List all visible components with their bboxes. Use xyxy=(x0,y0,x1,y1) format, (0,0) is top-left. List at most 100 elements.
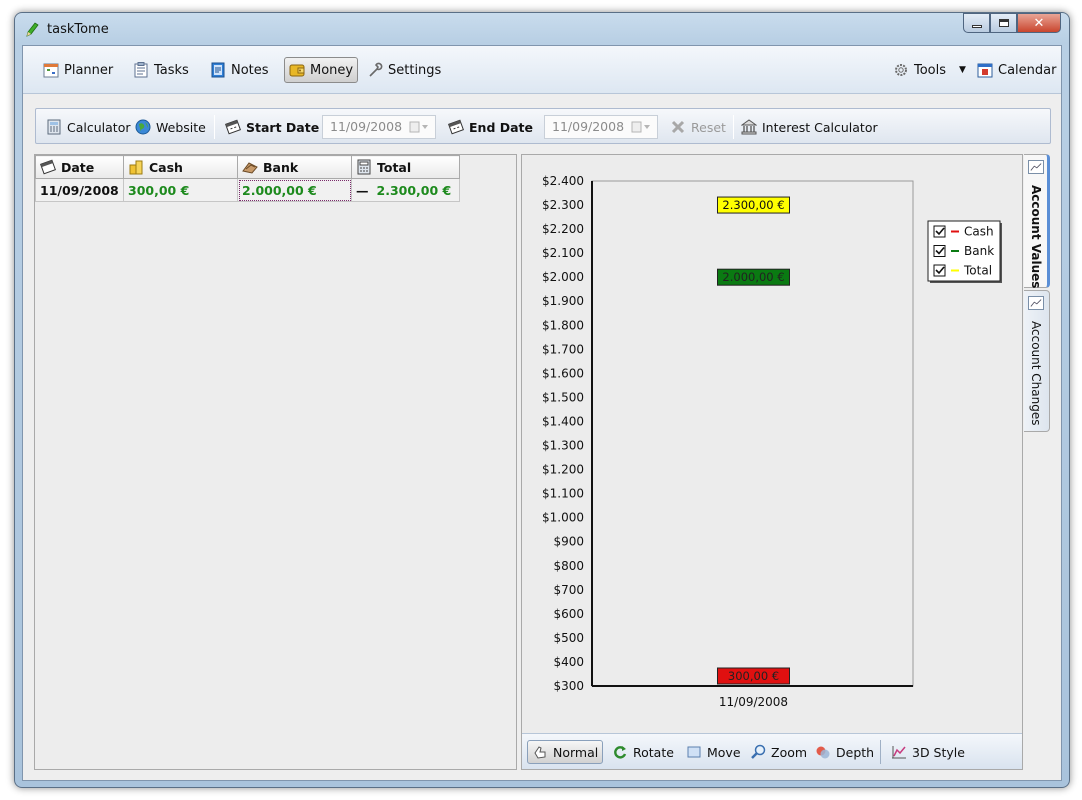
menu-planner-label: Planner xyxy=(64,62,114,78)
start-date-value: 11/09/2008 xyxy=(330,119,403,134)
calendar-icon xyxy=(977,63,993,78)
wrench-icon xyxy=(369,62,383,77)
tab-account-values-label: Account Values xyxy=(1029,185,1043,289)
accounts-table: Date Cash Bank Total 11/09/2008 300,00 €… xyxy=(35,155,460,202)
toolbar-divider xyxy=(733,115,734,139)
menu-calendar-label: Calendar xyxy=(998,62,1057,78)
move-icon xyxy=(687,746,701,758)
cell-bank[interactable]: 2.000,00 € xyxy=(237,178,352,202)
column-header-cash[interactable]: Cash xyxy=(123,155,238,179)
column-label-total: Total xyxy=(377,159,412,175)
website-label: Website xyxy=(156,119,206,135)
calculator-icon xyxy=(357,159,371,175)
notes-icon xyxy=(211,62,225,78)
cell-cash[interactable]: 300,00 € xyxy=(123,178,238,202)
cell-total[interactable]: — 2.300,00 € xyxy=(351,178,460,202)
column-header-date[interactable]: Date xyxy=(35,155,124,179)
cell-date[interactable]: 11/09/2008 xyxy=(35,178,124,202)
interest-calculator-button[interactable]: Interest Calculator xyxy=(741,116,878,138)
y-tick-label: $1.900 xyxy=(542,294,584,308)
data-label: 2.300,00 € xyxy=(722,198,784,212)
cell-total-value: 2.300,00 € xyxy=(376,182,452,198)
client-area: Planner Tasks Notes Money Settings Tools xyxy=(22,45,1062,781)
menu-settings-label: Settings xyxy=(388,62,442,78)
chart-mode-depth-label: Depth xyxy=(836,744,875,760)
coins-icon xyxy=(129,160,143,175)
date-icon xyxy=(448,119,464,135)
minimize-button[interactable] xyxy=(963,13,990,33)
pointer-hand-icon xyxy=(534,746,546,759)
tab-account-values[interactable]: Account Values xyxy=(1024,154,1050,288)
menu-money[interactable]: Money xyxy=(284,57,359,83)
y-tick-label: $1.700 xyxy=(542,342,584,356)
chart-3d-style[interactable]: 3D Style xyxy=(887,740,969,764)
menu-notes-label: Notes xyxy=(231,62,269,78)
website-button[interactable]: Website xyxy=(135,116,206,138)
calendar-dropdown-icon[interactable] xyxy=(631,121,651,133)
maximize-icon xyxy=(998,19,1009,27)
table-row[interactable]: 11/09/2008 300,00 € 2.000,00 € — 2.300,00… xyxy=(35,178,460,202)
chevron-down-icon: ▼ xyxy=(959,65,966,75)
line-chart-icon xyxy=(1028,160,1044,174)
tasks-icon xyxy=(134,62,148,78)
chart-pane: $300 $400 $500 $600 $700 $800 $900 $1.000 $1.100… xyxy=(521,154,1023,770)
chart-side-tabs: Account Values Account Changes xyxy=(1024,154,1052,454)
y-tick-label: $1.300 xyxy=(542,439,584,453)
calendar-dropdown-icon[interactable] xyxy=(409,121,429,133)
menu-tools[interactable]: Tools ▼ xyxy=(889,57,970,83)
menu-calendar[interactable]: Calendar xyxy=(973,57,1060,83)
x-tick-label: 11/09/2008 xyxy=(719,695,788,709)
menu-tasks[interactable]: Tasks xyxy=(129,57,193,83)
menu-notes[interactable]: Notes xyxy=(206,57,273,83)
wallet-icon xyxy=(289,64,305,77)
chart-legend: Cash Bank Total xyxy=(927,220,1002,283)
calculator-button[interactable]: Calculator xyxy=(46,116,130,138)
reset-button[interactable]: Reset xyxy=(670,116,726,138)
chart-mode-normal-label: Normal xyxy=(553,744,599,760)
y-tick-label: $700 xyxy=(553,583,584,597)
title-bar[interactable]: taskTome ✕ xyxy=(15,13,1069,45)
window-title: taskTome xyxy=(47,22,109,37)
maximize-button[interactable] xyxy=(990,13,1017,33)
column-header-total[interactable]: Total xyxy=(351,155,460,179)
chart-mode-normal[interactable]: Normal xyxy=(527,740,604,764)
column-header-bank[interactable]: Bank xyxy=(237,155,352,179)
y-tick-label: $1.000 xyxy=(542,511,584,525)
chart-mode-rotate[interactable]: Rotate xyxy=(608,740,678,764)
chart-mode-depth[interactable]: Depth xyxy=(811,740,878,764)
chart-mode-move[interactable]: Move xyxy=(682,740,745,764)
chart-mode-zoom[interactable]: Zoom xyxy=(746,740,811,764)
magnifier-icon xyxy=(751,744,766,759)
y-tick-label: $2.300 xyxy=(542,198,584,212)
menu-tools-label: Tools xyxy=(914,62,947,78)
depth-icon xyxy=(816,746,830,759)
start-date-field[interactable]: 11/09/2008 xyxy=(322,115,436,139)
chart-mode-move-label: Move xyxy=(707,744,741,760)
chart-toolbar: Normal Rotate Move Zoom Depth 3D Style xyxy=(522,733,1022,769)
close-button[interactable]: ✕ xyxy=(1017,13,1061,33)
chart-3d-icon xyxy=(892,746,906,759)
menu-settings[interactable]: Settings xyxy=(363,57,445,83)
dash-marker: — xyxy=(356,182,369,198)
y-tick-label: $300 xyxy=(553,679,584,693)
end-date-value: 11/09/2008 xyxy=(552,119,625,134)
planner-icon xyxy=(43,63,59,78)
data-label: 300,00 € xyxy=(728,669,779,683)
end-date-field[interactable]: 11/09/2008 xyxy=(544,115,658,139)
globe-icon xyxy=(135,119,151,135)
bank-hand-icon xyxy=(242,162,258,174)
account-values-chart[interactable]: $300 $400 $500 $600 $700 $800 $900 $1.000 $1.100… xyxy=(522,155,1022,733)
toolbar-divider xyxy=(214,115,215,139)
calculator-label: Calculator xyxy=(67,119,131,135)
reset-label: Reset xyxy=(691,119,726,135)
data-label: 2.000,00 € xyxy=(722,270,784,284)
start-date-label: Start Date xyxy=(225,116,319,138)
line-chart-icon xyxy=(1028,296,1044,310)
tab-account-changes-label: Account Changes xyxy=(1029,321,1043,426)
interest-calculator-label: Interest Calculator xyxy=(762,119,878,135)
tab-account-changes[interactable]: Account Changes xyxy=(1024,290,1050,432)
table-header-row: Date Cash Bank Total xyxy=(35,155,460,179)
y-tick-label: $1.800 xyxy=(542,318,584,332)
module-bar: Planner Tasks Notes Money Settings Tools xyxy=(23,46,1061,94)
menu-planner[interactable]: Planner xyxy=(39,57,117,83)
